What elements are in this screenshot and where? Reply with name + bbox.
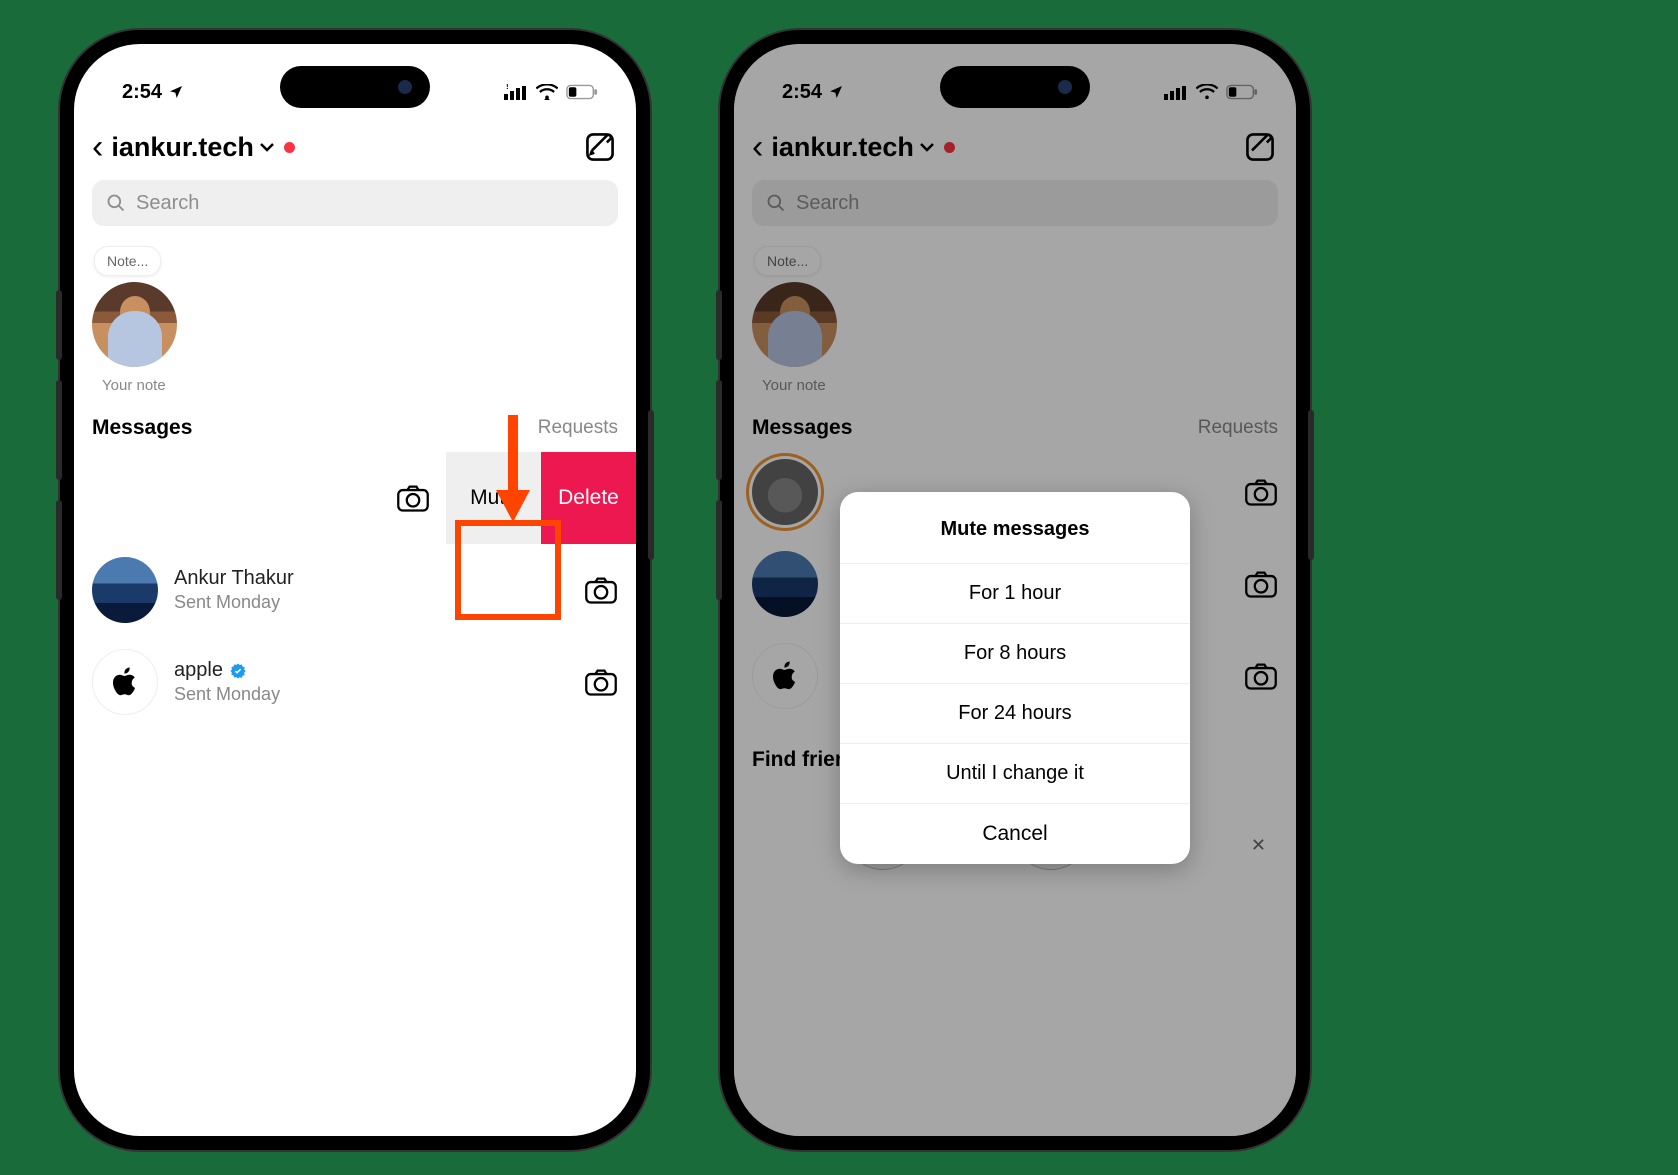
wifi-icon xyxy=(536,84,558,100)
avatar xyxy=(752,643,818,709)
message-subtitle: Sent Monday xyxy=(174,684,280,705)
message-name: Ankur Thakur xyxy=(174,567,294,590)
close-icon[interactable]: ✕ xyxy=(1251,835,1266,856)
compose-button[interactable] xyxy=(1244,131,1276,163)
battery-icon xyxy=(1226,84,1258,100)
svg-text:!: ! xyxy=(506,84,509,91)
search-placeholder: Search xyxy=(136,192,199,215)
username-label: iankur.tech xyxy=(771,132,914,163)
avatar xyxy=(92,557,158,623)
dynamic-island xyxy=(940,66,1090,108)
notification-dot-icon xyxy=(944,142,955,153)
notification-dot-icon xyxy=(284,142,295,153)
apple-logo-icon xyxy=(769,658,801,694)
camera-icon[interactable] xyxy=(1244,661,1278,691)
sheet-option-1hour[interactable]: For 1 hour xyxy=(840,564,1190,624)
search-icon xyxy=(766,193,786,213)
back-button[interactable]: ‹ xyxy=(752,130,763,164)
account-switcher[interactable]: iankur.tech xyxy=(111,132,295,163)
your-note-label: Your note xyxy=(102,377,618,394)
messages-heading: Messages xyxy=(752,416,852,440)
chevron-down-icon xyxy=(920,142,934,152)
status-time: 2:54 xyxy=(122,81,162,104)
search-icon xyxy=(106,193,126,213)
note-bubble[interactable]: Note... xyxy=(94,246,161,276)
message-row[interactable]: apple Sent Monday xyxy=(74,636,636,728)
message-name: apple xyxy=(174,659,280,682)
sheet-cancel-button[interactable]: Cancel xyxy=(840,804,1190,864)
sheet-title: Mute messages xyxy=(840,492,1190,564)
sheet-option-8hours[interactable]: For 8 hours xyxy=(840,624,1190,684)
account-switcher[interactable]: iankur.tech xyxy=(771,132,955,163)
your-note-avatar[interactable] xyxy=(92,282,177,367)
status-time: 2:54 xyxy=(782,81,822,104)
cellular-icon: ! xyxy=(504,84,528,100)
mute-action-sheet: Mute messages For 1 hour For 8 hours For… xyxy=(840,492,1190,864)
message-row-swiped[interactable]: Mute Delete xyxy=(74,452,636,544)
requests-link[interactable]: Requests xyxy=(538,417,618,439)
messages-heading: Messages xyxy=(92,416,192,440)
cellular-icon xyxy=(1164,84,1188,100)
dynamic-island xyxy=(280,66,430,108)
camera-icon[interactable] xyxy=(584,575,618,605)
apple-logo-icon xyxy=(109,664,141,700)
camera-icon[interactable] xyxy=(584,667,618,697)
your-note-avatar[interactable] xyxy=(752,282,837,367)
sheet-option-until-change[interactable]: Until I change it xyxy=(840,744,1190,804)
compose-button[interactable] xyxy=(584,131,616,163)
battery-icon xyxy=(566,84,598,100)
chevron-down-icon xyxy=(260,142,274,152)
search-input[interactable]: Search xyxy=(92,180,618,226)
location-icon xyxy=(168,84,184,100)
camera-icon[interactable] xyxy=(396,483,430,513)
search-input[interactable]: Search xyxy=(752,180,1278,226)
camera-icon[interactable] xyxy=(1244,477,1278,507)
verified-badge-icon xyxy=(229,662,247,680)
requests-link[interactable]: Requests xyxy=(1198,417,1278,439)
location-icon xyxy=(828,84,844,100)
note-bubble[interactable]: Note... xyxy=(754,246,821,276)
wifi-icon xyxy=(1196,84,1218,100)
avatar xyxy=(752,459,818,525)
avatar xyxy=(752,551,818,617)
camera-icon[interactable] xyxy=(1244,569,1278,599)
message-subtitle: Sent Monday xyxy=(174,592,294,613)
your-note-label: Your note xyxy=(762,377,1278,394)
search-placeholder: Search xyxy=(796,192,859,215)
back-button[interactable]: ‹ xyxy=(92,130,103,164)
avatar xyxy=(92,649,158,715)
message-row[interactable]: Ankur Thakur Sent Monday xyxy=(74,544,636,636)
sheet-option-24hours[interactable]: For 24 hours xyxy=(840,684,1190,744)
delete-button[interactable]: Delete xyxy=(541,452,636,544)
annotation-arrow-icon xyxy=(488,410,538,530)
username-label: iankur.tech xyxy=(111,132,254,163)
